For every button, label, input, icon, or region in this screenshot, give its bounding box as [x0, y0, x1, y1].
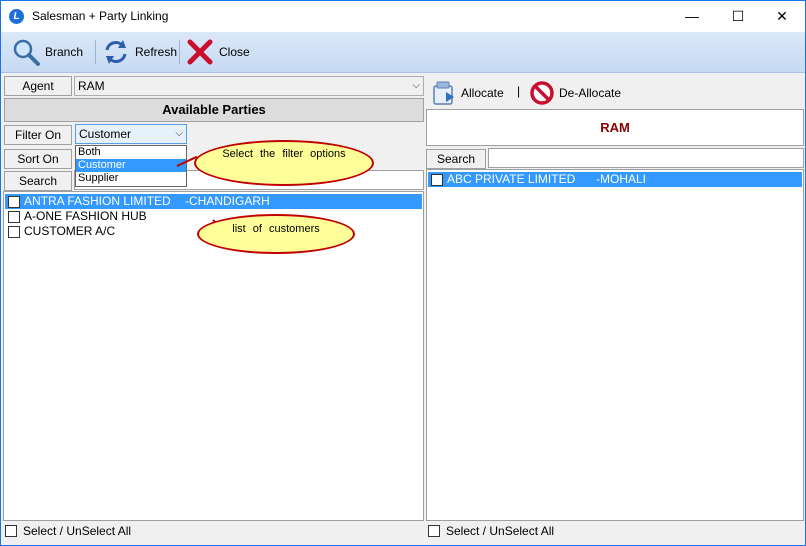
deallocate-label: De-Allocate — [559, 86, 622, 100]
close-button[interactable]: Close — [185, 36, 250, 68]
select-all-checkbox[interactable] — [428, 525, 440, 537]
chevron-down-icon: ⌵ — [412, 80, 420, 91]
filter-options-callout: Select the filter options — [194, 140, 374, 186]
available-parties-header: Available Parties — [4, 98, 424, 122]
filter-on-select[interactable]: Customer ⌵ — [75, 124, 187, 144]
branch-button[interactable]: Branch — [11, 36, 83, 68]
list-item[interactable]: ANTRA FASHION LIMITED -CHANDIGARH — [5, 194, 422, 209]
party-city: -CHANDIGARH — [185, 194, 270, 208]
filter-options-dropdown: Both Customer Supplier — [75, 145, 187, 187]
salesman-party-linking-window: L Salesman + Party Linking — ☐ ✕ Branch … — [0, 0, 806, 546]
filter-on-value: Customer — [79, 127, 132, 141]
row-checkbox[interactable] — [8, 210, 20, 223]
allocated-parties-list: ABC PRIVATE LIMITED -MOHALI — [426, 169, 804, 521]
allocate-button[interactable]: Allocate — [431, 77, 504, 109]
refresh-icon — [105, 40, 127, 64]
refresh-button[interactable]: Refresh — [101, 36, 177, 68]
sort-on-label: Sort On — [4, 149, 72, 169]
toolbar: Branch Refresh Close — [1, 32, 805, 73]
toolbar-separator — [179, 40, 180, 64]
window-close-button[interactable]: ✕ — [759, 1, 805, 32]
agent-name-select[interactable]: RAM ⌵ — [74, 76, 424, 96]
customers-callout: list of customers — [197, 214, 355, 254]
branch-label: Branch — [45, 45, 84, 59]
close-label: Close — [219, 45, 250, 59]
party-name: ANTRA FASHION LIMITED — [24, 194, 171, 208]
agent-name-label: Agent Name — [4, 76, 72, 111]
magnifier-icon — [13, 39, 40, 66]
filter-option-both[interactable]: Both — [76, 146, 186, 159]
party-name: CUSTOMER A/C — [24, 224, 116, 238]
window-title: Salesman + Party Linking — [32, 9, 169, 23]
select-all-label: Select / UnSelect All — [446, 524, 555, 538]
party-name: ABC PRIVATE LIMITED — [447, 172, 576, 186]
right-select-all[interactable]: Select / UnSelect All — [428, 524, 554, 538]
allocated-agent-header: RAM — [426, 109, 804, 146]
row-checkbox[interactable] — [8, 225, 20, 238]
minimize-button[interactable]: — — [669, 1, 715, 32]
right-search-input[interactable] — [488, 148, 804, 168]
chevron-down-icon: ⌵ — [175, 128, 183, 139]
filter-option-customer[interactable]: Customer — [76, 159, 186, 172]
row-checkbox[interactable] — [8, 195, 20, 208]
refresh-label: Refresh — [135, 45, 178, 59]
prohibited-icon — [530, 81, 554, 105]
app-logo-icon: L — [9, 9, 24, 24]
list-item[interactable]: ABC PRIVATE LIMITED -MOHALI — [428, 172, 802, 187]
right-search-label: Search — [426, 149, 486, 169]
select-all-label: Select / UnSelect All — [23, 524, 132, 538]
party-city: -MOHALI — [596, 172, 647, 186]
left-search-label: Search — [4, 171, 72, 191]
deallocate-button[interactable]: De-Allocate — [529, 77, 621, 109]
maximize-button[interactable]: ☐ — [715, 1, 761, 32]
agent-name-value: RAM — [78, 79, 105, 93]
title-bar: L Salesman + Party Linking — ☐ ✕ — [1, 1, 805, 32]
party-name: A-ONE FASHION HUB — [24, 209, 147, 223]
select-all-checkbox[interactable] — [5, 525, 17, 537]
filter-option-supplier[interactable]: Supplier — [76, 172, 186, 185]
allocate-separator: | — [517, 84, 521, 98]
left-select-all[interactable]: Select / UnSelect All — [5, 524, 131, 538]
red-x-icon — [187, 39, 213, 65]
allocate-label: Allocate — [461, 86, 504, 100]
filter-on-label: Filter On — [4, 125, 72, 145]
row-checkbox[interactable] — [431, 173, 443, 186]
toolbar-separator — [95, 40, 96, 64]
allocate-icon — [433, 81, 454, 105]
